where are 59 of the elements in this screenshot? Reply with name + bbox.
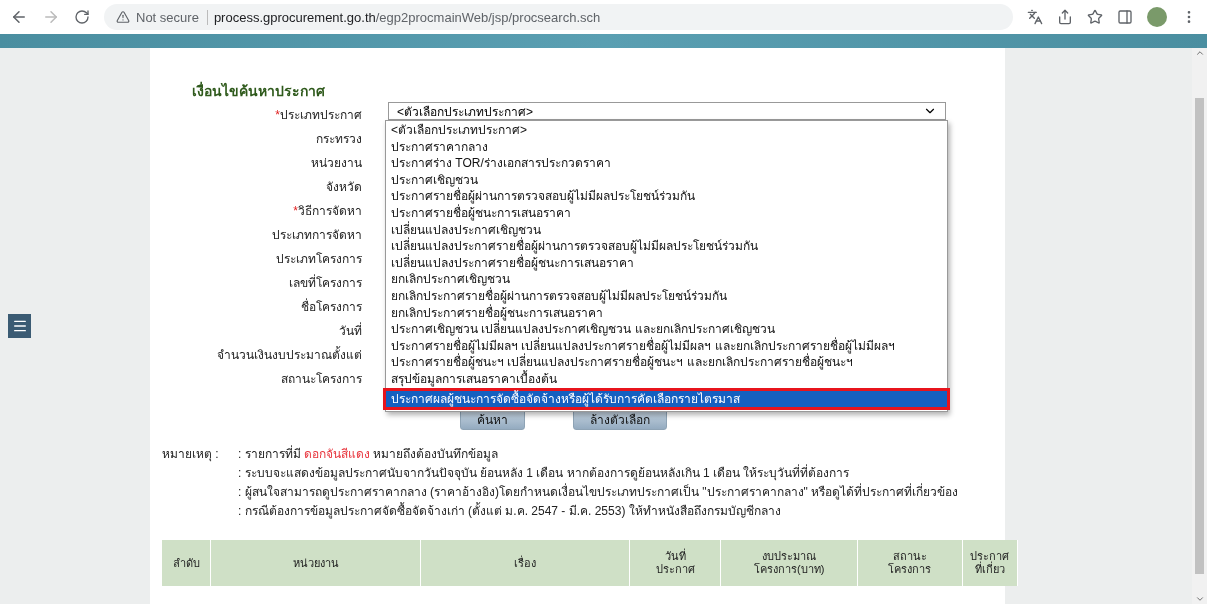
field-label: วันที่ xyxy=(338,321,362,340)
column-header: เรื่อง xyxy=(420,540,631,586)
column-header: ประกาศ ที่เกี่ยว xyxy=(962,540,1018,586)
menu-button[interactable] xyxy=(8,314,31,338)
translate-icon[interactable] xyxy=(1027,9,1043,25)
bookmark-icon[interactable] xyxy=(1087,9,1103,25)
field-label: เลขที่โครงการ xyxy=(288,273,362,292)
dropdown-option[interactable]: ประกาศร่าง TOR/ร่างเอกสารประกวดราคา xyxy=(386,155,947,172)
dropdown-option[interactable]: ประกาศรายชื่อผู้ผ่านการตรวจสอบผู้ไม่มีผลประโยชน์ร่วมกัน xyxy=(386,188,947,205)
scrollbar[interactable] xyxy=(1192,48,1207,604)
dropdown-option[interactable]: <ตัวเลือกประเภทประกาศ> xyxy=(386,122,947,139)
warning-icon xyxy=(116,10,130,24)
dropdown-option[interactable]: เปลี่ยนแปลงประกาศเชิญชวน xyxy=(386,221,947,239)
scroll-down-icon[interactable] xyxy=(1194,594,1205,604)
url-text: process.gprocurement.go.th/egp2procmainWeb/jsp/procsearch.sch xyxy=(213,9,601,25)
field-label: จำนวนเงินงบประมาณตั้งแต่ xyxy=(216,345,362,364)
note-text: : ระบบจะแสดงข้อมูลประกาศนับจากวันปัจจุบัน ย้อนหลัง 1 เดือน หากต้องการดูย้อนหลังเกิน 1 เดือน ให้ระบุวันที่ที่ต้องการ xyxy=(238,463,850,480)
note-label: หมายเหตุ : xyxy=(162,446,220,461)
dropdown-option[interactable]: ยกเลิกประกาศรายชื่อผู้ผ่านการตรวจสอบผู้ไม่มีผลประโยชน์ร่วมกัน xyxy=(386,287,947,305)
field-label: สถานะโครงการ xyxy=(280,370,362,388)
dropdown-option[interactable]: ประกาศเชิญชวน xyxy=(386,171,947,189)
column-header: งบประมาณ โครงการ(บาท) xyxy=(721,540,859,586)
field-label: ชื่อโครงการ xyxy=(300,297,362,316)
dropdown-option[interactable]: ยกเลิกประกาศรายชื่อผู้ชนะการเสนอราคา xyxy=(386,304,947,322)
note-text: : กรณีต้องการข้อมูลประกาศจัดซื้อจัดจ้างเก่า (ตั้งแต่ ม.ค. 2547 - มี.ค. 2553) ให้ทำหนังสือถึงกรมบัญชีกลาง xyxy=(238,501,781,518)
column-header: ลำดับ xyxy=(162,540,212,586)
field-label: ประเภทโครงการ xyxy=(275,250,362,268)
security-label: Not secure xyxy=(136,9,208,25)
column-header: หน่วยงาน xyxy=(211,540,421,586)
column-header: วันที่ ประกาศ xyxy=(630,540,722,586)
dropdown-option[interactable]: สรุปข้อมูลการเสนอราคาเบื้องต้น xyxy=(386,370,947,388)
note-text: : ผู้สนใจสามารถดูประกาศราคากลาง (ราคาอ้างอิง)โดยกำหนดเงื่อนไขประเภทประกาศเป็น "ประกาศราคากลาง" หรือดูได้ที่ประกาศที่เกี่ยวข้อง xyxy=(238,482,959,499)
form-title: เงื่อนไขค้นหาประกาศ xyxy=(192,80,326,101)
dropdown-option[interactable]: ประกาศรายชื่อผู้ไม่มีผลฯ เปลี่ยนแปลงประกาศรายชื่อผู้ไม่มีผลฯ และยกเลิกประกาศรายชื่อผู้ไม่มีผลฯ xyxy=(386,337,947,355)
share-icon[interactable] xyxy=(1057,9,1073,25)
dropdown-option[interactable]: ประกาศราคากลาง xyxy=(386,138,947,156)
dropdown-option[interactable]: เปลี่ยนแปลงประกาศรายชื่อผู้ชนะการเสนอราคา xyxy=(386,254,947,272)
dropdown-option[interactable]: เปลี่ยนแปลงประกาศรายชื่อผู้ผ่านการตรวจสอบผู้ไม่มีผลประโยชน์ร่วมกัน xyxy=(386,238,947,255)
field-label: หน่วยงาน xyxy=(310,154,362,172)
dropdown-option[interactable]: ประกาศรายชื่อผู้ชนะฯ เปลี่ยนแปลงประกาศรายชื่อผู้ชนะฯ และยกเลิกประกาศรายชื่อผู้ชนะฯ xyxy=(386,354,947,371)
profile-avatar[interactable] xyxy=(1147,7,1167,27)
back-icon[interactable] xyxy=(10,8,28,26)
side-panel-icon[interactable] xyxy=(1117,9,1133,25)
menu-icon xyxy=(11,318,28,334)
reload-icon[interactable] xyxy=(74,9,90,25)
scroll-up-icon[interactable] xyxy=(1194,48,1205,58)
announcement-type-select[interactable]: <ตัวเลือกประเภทประกาศ> xyxy=(388,102,946,120)
note-text: : รายการที่มี ดอกจันสีแดง หมายถึงต้องบันทึกข้อมูล xyxy=(238,444,499,461)
field-label: กระทรวง xyxy=(315,130,362,148)
field-label: *ประเภทประกาศ xyxy=(274,106,362,124)
dropdown-option[interactable]: ยกเลิกประกาศเชิญชวน xyxy=(386,271,947,288)
dropdown-option[interactable]: ประกาศเชิญชวน เปลี่ยนแปลงประกาศเชิญชวน และยกเลิกประกาศเชิญชวน xyxy=(386,321,947,338)
dropdown-option[interactable]: ประกาศรายชื่อผู้ชนะการเสนอราคา xyxy=(386,204,947,222)
field-label: จังหวัด xyxy=(325,178,362,196)
column-header: สถานะ โครงการ xyxy=(858,540,963,586)
dropdown-option[interactable]: ประกาศผลผู้ชนะการจัดซื้อจัดจ้างหรือผู้ได้รับการคัดเลือกรายไตรมาส xyxy=(383,387,950,411)
field-label: *วิธีการจัดหา xyxy=(292,202,362,220)
field-label: ประเภทการจัดหา xyxy=(271,226,362,244)
address-bar[interactable]: Not secure process.gprocurement.go.th/egp2procmainWeb/jsp/procsearch.sch xyxy=(104,4,1013,30)
